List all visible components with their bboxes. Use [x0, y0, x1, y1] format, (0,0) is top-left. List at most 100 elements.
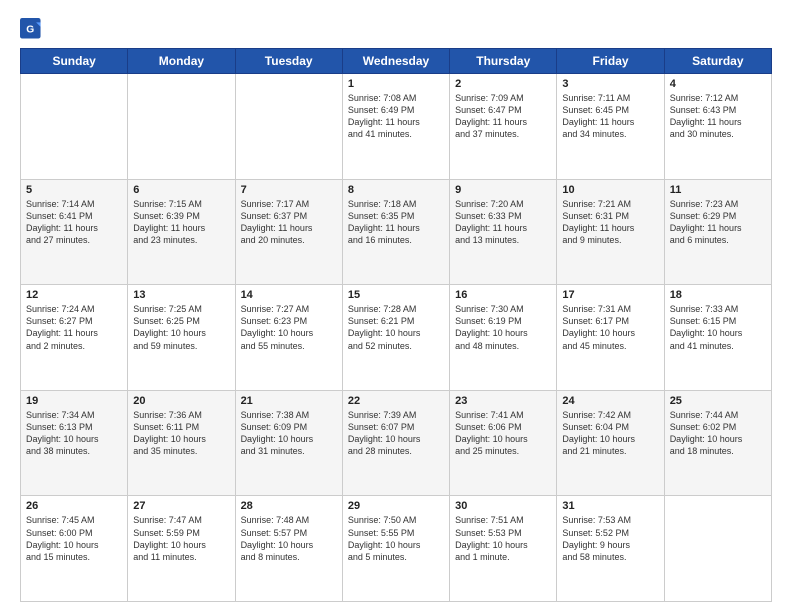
logo: G: [20, 18, 46, 40]
header: G: [20, 18, 772, 40]
cell-details: Sunrise: 7:24 AM Sunset: 6:27 PM Dayligh…: [26, 303, 122, 352]
cell-details: Sunrise: 7:11 AM Sunset: 6:45 PM Dayligh…: [562, 92, 658, 141]
calendar-cell: 15 Sunrise: 7:28 AM Sunset: 6:21 PM Dayli…: [342, 285, 449, 391]
cell-details: Sunrise: 7:50 AM Sunset: 5:55 PM Dayligh…: [348, 514, 444, 563]
cell-details: Sunrise: 7:42 AM Sunset: 6:04 PM Dayligh…: [562, 409, 658, 458]
day-header-friday: Friday: [557, 49, 664, 74]
day-number: 3: [562, 78, 658, 90]
calendar-cell: 12Sunrise: 7:24 AM Sunset: 6:27 PM Dayli…: [21, 285, 128, 391]
cell-details: Sunrise: 7:25 AM Sunset: 6:25 PM Dayligh…: [133, 303, 229, 352]
cell-details: Sunrise: 7:23 AM Sunset: 6:29 PM Dayligh…: [670, 198, 766, 247]
day-number: 31: [562, 500, 658, 512]
day-number: 24: [562, 395, 658, 407]
calendar-cell: 5 Sunrise: 7:14 AM Sunset: 6:41 PM Daylig…: [21, 179, 128, 285]
week-row-1: 1 Sunrise: 7:08 AM Sunset: 6:49 PM Daylig…: [21, 74, 772, 180]
day-header-wednesday: Wednesday: [342, 49, 449, 74]
day-number: 10: [562, 184, 658, 196]
calendar-cell: 2 Sunrise: 7:09 AM Sunset: 6:47 PM Daylig…: [450, 74, 557, 180]
day-header-monday: Monday: [128, 49, 235, 74]
cell-details: Sunrise: 7:34 AM Sunset: 6:13 PM Dayligh…: [26, 409, 122, 458]
calendar-cell: 16 Sunrise: 7:30 AM Sunset: 6:19 PM Dayli…: [450, 285, 557, 391]
calendar-cell: 28Sunrise: 7:48 AM Sunset: 5:57 PM Dayli…: [235, 496, 342, 602]
cell-details: Sunrise: 7:44 AM Sunset: 6:02 PM Dayligh…: [670, 409, 766, 458]
day-number: 20: [133, 395, 229, 407]
day-number: 13: [133, 289, 229, 301]
calendar-body: 1 Sunrise: 7:08 AM Sunset: 6:49 PM Daylig…: [21, 74, 772, 602]
cell-details: Sunrise: 7:41 AM Sunset: 6:06 PM Dayligh…: [455, 409, 551, 458]
cell-details: Sunrise: 7:53 AM Sunset: 5:52 PM Dayligh…: [562, 514, 658, 563]
day-number: 11: [670, 184, 766, 196]
calendar-cell: 30Sunrise: 7:51 AM Sunset: 5:53 PM Dayli…: [450, 496, 557, 602]
calendar-cell: [235, 74, 342, 180]
calendar-cell: 29 Sunrise: 7:50 AM Sunset: 5:55 PM Dayli…: [342, 496, 449, 602]
day-number: 2: [455, 78, 551, 90]
day-number: 15: [348, 289, 444, 301]
day-number: 1: [348, 78, 444, 90]
calendar-cell: 7 Sunrise: 7:17 AM Sunset: 6:37 PM Daylig…: [235, 179, 342, 285]
cell-details: Sunrise: 7:31 AM Sunset: 6:17 PM Dayligh…: [562, 303, 658, 352]
calendar-cell: 19 Sunrise: 7:34 AM Sunset: 6:13 PM Dayli…: [21, 390, 128, 496]
day-number: 5: [26, 184, 122, 196]
cell-details: Sunrise: 7:28 AM Sunset: 6:21 PM Dayligh…: [348, 303, 444, 352]
day-number: 19: [26, 395, 122, 407]
calendar-cell: 31 Sunrise: 7:53 AM Sunset: 5:52 PM Dayli…: [557, 496, 664, 602]
day-number: 7: [241, 184, 337, 196]
calendar-cell: [128, 74, 235, 180]
calendar-cell: 20Sunrise: 7:36 AM Sunset: 6:11 PM Dayli…: [128, 390, 235, 496]
day-number: 27: [133, 500, 229, 512]
day-number: 9: [455, 184, 551, 196]
day-number: 14: [241, 289, 337, 301]
day-number: 4: [670, 78, 766, 90]
cell-details: Sunrise: 7:14 AM Sunset: 6:41 PM Dayligh…: [26, 198, 122, 247]
logo-icon: G: [20, 18, 42, 40]
cell-details: Sunrise: 7:17 AM Sunset: 6:37 PM Dayligh…: [241, 198, 337, 247]
calendar-cell: [21, 74, 128, 180]
day-number: 26: [26, 500, 122, 512]
day-number: 17: [562, 289, 658, 301]
calendar-cell: 14 Sunrise: 7:27 AM Sunset: 6:23 PM Dayli…: [235, 285, 342, 391]
calendar-cell: 23 Sunrise: 7:41 AM Sunset: 6:06 PM Dayli…: [450, 390, 557, 496]
day-number: 8: [348, 184, 444, 196]
page: G SundayMondayTuesdayWednesdayThursdayFr…: [0, 0, 792, 612]
day-number: 30: [455, 500, 551, 512]
cell-details: Sunrise: 7:20 AM Sunset: 6:33 PM Dayligh…: [455, 198, 551, 247]
cell-details: Sunrise: 7:39 AM Sunset: 6:07 PM Dayligh…: [348, 409, 444, 458]
calendar-header-row: SundayMondayTuesdayWednesdayThursdayFrid…: [21, 49, 772, 74]
week-row-5: 26 Sunrise: 7:45 AM Sunset: 6:00 PM Dayli…: [21, 496, 772, 602]
day-header-tuesday: Tuesday: [235, 49, 342, 74]
calendar-cell: 24 Sunrise: 7:42 AM Sunset: 6:04 PM Dayli…: [557, 390, 664, 496]
day-number: 6: [133, 184, 229, 196]
cell-details: Sunrise: 7:15 AM Sunset: 6:39 PM Dayligh…: [133, 198, 229, 247]
cell-details: Sunrise: 7:30 AM Sunset: 6:19 PM Dayligh…: [455, 303, 551, 352]
cell-details: Sunrise: 7:12 AM Sunset: 6:43 PM Dayligh…: [670, 92, 766, 141]
calendar-cell: 8 Sunrise: 7:18 AM Sunset: 6:35 PM Daylig…: [342, 179, 449, 285]
calendar-cell: 26 Sunrise: 7:45 AM Sunset: 6:00 PM Dayli…: [21, 496, 128, 602]
day-number: 28: [241, 500, 337, 512]
cell-details: Sunrise: 7:27 AM Sunset: 6:23 PM Dayligh…: [241, 303, 337, 352]
day-number: 18: [670, 289, 766, 301]
week-row-2: 5 Sunrise: 7:14 AM Sunset: 6:41 PM Daylig…: [21, 179, 772, 285]
week-row-4: 19 Sunrise: 7:34 AM Sunset: 6:13 PM Dayli…: [21, 390, 772, 496]
cell-details: Sunrise: 7:18 AM Sunset: 6:35 PM Dayligh…: [348, 198, 444, 247]
svg-text:G: G: [26, 25, 34, 36]
day-number: 23: [455, 395, 551, 407]
cell-details: Sunrise: 7:08 AM Sunset: 6:49 PM Dayligh…: [348, 92, 444, 141]
cell-details: Sunrise: 7:09 AM Sunset: 6:47 PM Dayligh…: [455, 92, 551, 141]
cell-details: Sunrise: 7:45 AM Sunset: 6:00 PM Dayligh…: [26, 514, 122, 563]
calendar-table: SundayMondayTuesdayWednesdayThursdayFrid…: [20, 48, 772, 602]
day-header-saturday: Saturday: [664, 49, 771, 74]
calendar-cell: [664, 496, 771, 602]
day-number: 25: [670, 395, 766, 407]
calendar-cell: 1 Sunrise: 7:08 AM Sunset: 6:49 PM Daylig…: [342, 74, 449, 180]
calendar-cell: 9 Sunrise: 7:20 AM Sunset: 6:33 PM Daylig…: [450, 179, 557, 285]
cell-details: Sunrise: 7:47 AM Sunset: 5:59 PM Dayligh…: [133, 514, 229, 563]
cell-details: Sunrise: 7:38 AM Sunset: 6:09 PM Dayligh…: [241, 409, 337, 458]
week-row-3: 12Sunrise: 7:24 AM Sunset: 6:27 PM Dayli…: [21, 285, 772, 391]
calendar-cell: 4 Sunrise: 7:12 AM Sunset: 6:43 PM Daylig…: [664, 74, 771, 180]
day-number: 22: [348, 395, 444, 407]
calendar-cell: 25 Sunrise: 7:44 AM Sunset: 6:02 PM Dayli…: [664, 390, 771, 496]
day-number: 29: [348, 500, 444, 512]
day-number: 16: [455, 289, 551, 301]
calendar-cell: 18Sunrise: 7:33 AM Sunset: 6:15 PM Dayli…: [664, 285, 771, 391]
calendar-cell: 22 Sunrise: 7:39 AM Sunset: 6:07 PM Dayli…: [342, 390, 449, 496]
